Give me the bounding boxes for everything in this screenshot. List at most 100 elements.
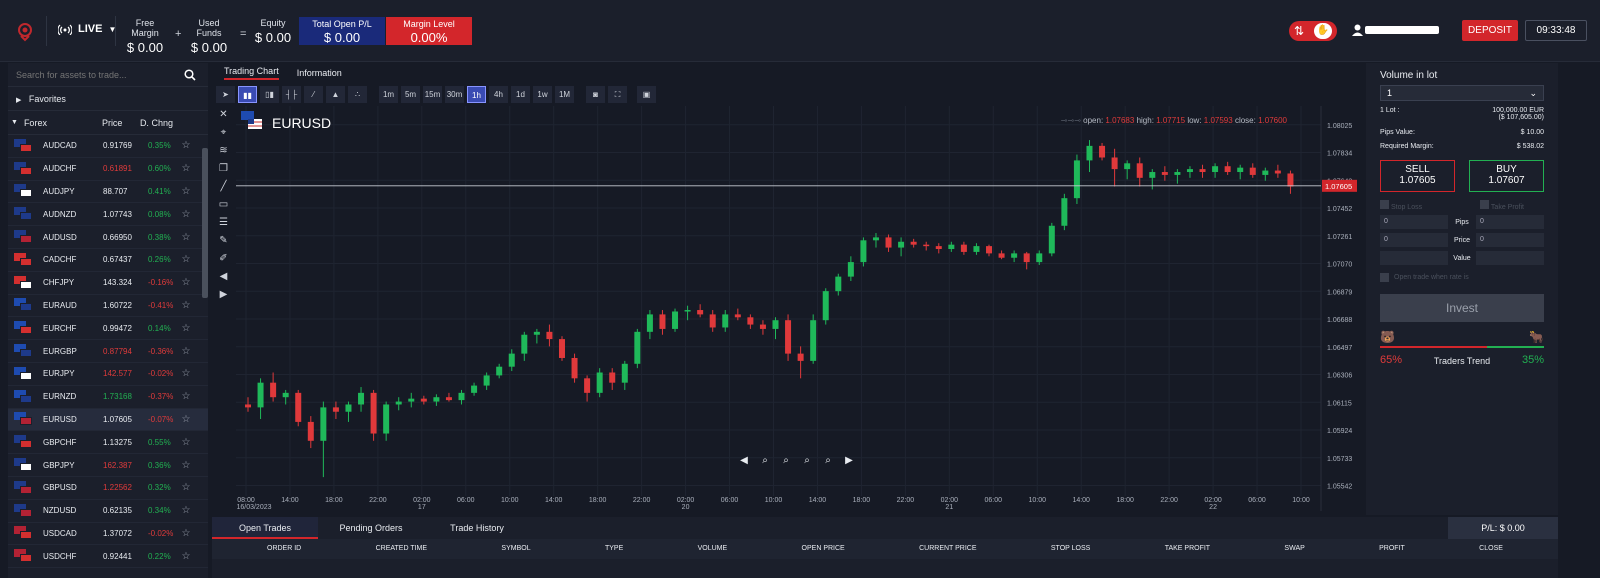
copy-icon[interactable]: ❐ [214, 160, 233, 178]
fib-tool-icon[interactable]: ≋ [214, 142, 233, 160]
asset-row-euraud[interactable]: EURAUD 1.60722 -0.41% ☆ [8, 295, 208, 318]
asset-row-gbpchf[interactable]: GBPCHF 1.13275 0.55% ☆ [8, 431, 208, 455]
asset-row-audusd[interactable]: AUDUSD 0.66950 0.38% ☆ [8, 226, 208, 249]
sl-price-input[interactable]: 0 [1380, 233, 1448, 247]
asset-row-audjpy[interactable]: AUDJPY 88.707 0.41% ☆ [8, 181, 208, 204]
scroll-left-icon[interactable]: ◀ [740, 455, 748, 466]
window-icon[interactable]: ▣ [637, 85, 656, 103]
tp-price-input[interactable]: 0 [1475, 233, 1544, 247]
star-icon[interactable]: ☆ [178, 460, 194, 471]
star-icon[interactable]: ☆ [178, 346, 194, 357]
buy-button[interactable]: BUY 1.07607 [1469, 160, 1544, 192]
sell-button[interactable]: SELL 1.07605 [1380, 160, 1455, 192]
trade-mode-toggle[interactable]: ⇅ ✋ [1289, 21, 1337, 41]
cursor-tool-icon[interactable]: ➤ [216, 85, 235, 103]
zoom-in-icon[interactable]: ⌕ [762, 455, 768, 466]
sl-pips-input[interactable]: 0 [1380, 215, 1448, 229]
asset-row-cadchf[interactable]: CADCHF 0.67437 0.26% ☆ [8, 249, 208, 272]
candlestick-chart[interactable]: 1.080251.078341.076431.074521.072611.070… [236, 106, 1357, 515]
star-icon[interactable]: ☆ [178, 482, 194, 493]
star-icon[interactable]: ☆ [178, 528, 194, 539]
star-icon[interactable]: ☆ [178, 186, 194, 197]
tab-open-trades[interactable]: Open Trades [212, 517, 318, 539]
timeframe-1h-button[interactable]: 1h [467, 85, 486, 103]
star-icon[interactable]: ☆ [178, 140, 194, 151]
tp-value-input[interactable] [1475, 251, 1544, 265]
tab-information[interactable]: Information [297, 68, 342, 78]
star-icon[interactable]: ☆ [178, 414, 194, 425]
forex-group-header[interactable]: ▼ Forex Price D. Chng [8, 111, 208, 135]
timeframe-5m-button[interactable]: 5m [401, 85, 420, 103]
brush-icon[interactable]: ✐ [214, 250, 233, 268]
star-icon[interactable]: ☆ [178, 323, 194, 334]
asset-list-scrollbar[interactable] [202, 148, 208, 298]
asset-row-eurjpy[interactable]: EURJPY 142.577 -0.02% ☆ [8, 363, 208, 386]
camera-icon[interactable]: ◙ [586, 85, 605, 103]
scroll-right-icon[interactable]: ▶ [845, 455, 853, 466]
zoom-fit-icon[interactable]: ⌕ [825, 455, 831, 466]
asset-row-eurgbp[interactable]: EURGBP 0.87794 -0.36% ☆ [8, 340, 208, 363]
search-icon[interactable] [184, 69, 196, 81]
asset-row-usdchf[interactable]: USDCHF 0.92441 0.22% ☆ [8, 545, 208, 569]
star-icon[interactable]: ☆ [178, 437, 194, 448]
right-arrow-icon[interactable]: ▶ [214, 286, 233, 304]
ohlc-toggle-icon[interactable]: ⊸⊸⊸ [1061, 116, 1083, 125]
tab-trade-history[interactable]: Trade History [424, 517, 530, 539]
timeframe-1M-button[interactable]: 1M [555, 85, 574, 103]
annotation-icon[interactable]: ✎ [214, 232, 233, 250]
close-icon[interactable]: ✕ [214, 106, 233, 124]
timeframe-1m-button[interactable]: 1m [379, 85, 398, 103]
star-icon[interactable]: ☆ [178, 551, 194, 562]
asset-row-eurnzd[interactable]: EURNZD 1.73168 -0.37% ☆ [8, 386, 208, 409]
asset-row-nzdusd[interactable]: NZDUSD 0.62135 0.34% ☆ [8, 500, 208, 523]
tab-pending-orders[interactable]: Pending Orders [318, 517, 424, 539]
fullscreen-icon[interactable]: ⛶ [608, 85, 627, 103]
take-profit-checkbox[interactable] [1480, 200, 1490, 209]
area-type-icon[interactable]: ▲ [326, 85, 345, 103]
asset-row-chfjpy[interactable]: CHFJPY 143.324 -0.16% ☆ [8, 272, 208, 295]
crosshair-icon[interactable]: ⌖ [214, 124, 233, 142]
sl-value-input[interactable] [1380, 251, 1448, 265]
timeframe-1d-button[interactable]: 1d [511, 85, 530, 103]
star-icon[interactable]: ☆ [178, 368, 194, 379]
rectangle-icon[interactable]: ▭ [214, 196, 233, 214]
timeframe-4h-button[interactable]: 4h [489, 85, 508, 103]
lines-icon[interactable]: ☰ [214, 214, 233, 232]
zoom-reset-icon[interactable]: ⌕ [804, 455, 810, 466]
hollow-candle-type-icon[interactable]: ▯▮ [260, 85, 279, 103]
asset-row-eurchf[interactable]: EURCHF 0.99472 0.14% ☆ [8, 317, 208, 341]
live-account-selector[interactable]: LIVE ▼ [58, 23, 116, 35]
favorites-group[interactable]: ▶ Favorites [8, 87, 208, 111]
ohlc-bar-type-icon[interactable]: ┤├ [282, 85, 301, 103]
timeframe-1w-button[interactable]: 1w [533, 85, 552, 103]
timeframe-30m-button[interactable]: 30m [445, 85, 464, 103]
star-icon[interactable]: ☆ [178, 232, 194, 243]
star-icon[interactable]: ☆ [178, 277, 194, 288]
zoom-out-icon[interactable]: ⌕ [783, 455, 789, 466]
tp-pips-input[interactable]: 0 [1476, 215, 1544, 229]
open-at-price-checkbox[interactable] [1380, 273, 1389, 282]
deposit-button[interactable]: DEPOSIT [1462, 20, 1518, 41]
trendline-icon[interactable]: ╱ [214, 178, 233, 196]
tab-trading-chart[interactable]: Trading Chart [224, 66, 279, 80]
asset-search-input[interactable] [8, 63, 168, 87]
left-arrow-icon[interactable]: ◀ [214, 268, 233, 286]
asset-row-eurusd[interactable]: EURUSD 1.07605 -0.07% ☆ [8, 408, 208, 432]
asset-row-gbpjpy[interactable]: GBPJPY 162.387 0.36% ☆ [8, 454, 208, 477]
asset-row-gbpusd[interactable]: GBPUSD 1.22562 0.32% ☆ [8, 477, 208, 500]
asset-row-audnzd[interactable]: AUDNZD 1.07743 0.08% ☆ [8, 203, 208, 227]
star-icon[interactable]: ☆ [178, 254, 194, 265]
volume-select[interactable]: 1 ⌄ [1380, 85, 1544, 101]
star-icon[interactable]: ☆ [178, 209, 194, 220]
dots-type-icon[interactable]: ∴ [348, 85, 367, 103]
star-icon[interactable]: ☆ [178, 300, 194, 311]
asset-row-audcad[interactable]: AUDCAD 0.91769 0.35% ☆ [8, 135, 208, 158]
candlestick-type-icon[interactable]: ▮▮ [238, 85, 257, 103]
star-icon[interactable]: ☆ [178, 163, 194, 174]
line-type-icon[interactable]: ⁄ [304, 85, 323, 103]
asset-row-usdcad[interactable]: USDCAD 1.37072 -0.02% ☆ [8, 523, 208, 546]
asset-row-audchf[interactable]: AUDCHF 0.61891 0.60% ☆ [8, 158, 208, 181]
user-icon[interactable] [1352, 24, 1363, 36]
star-icon[interactable]: ☆ [178, 505, 194, 516]
invest-button[interactable]: Invest [1380, 294, 1544, 322]
